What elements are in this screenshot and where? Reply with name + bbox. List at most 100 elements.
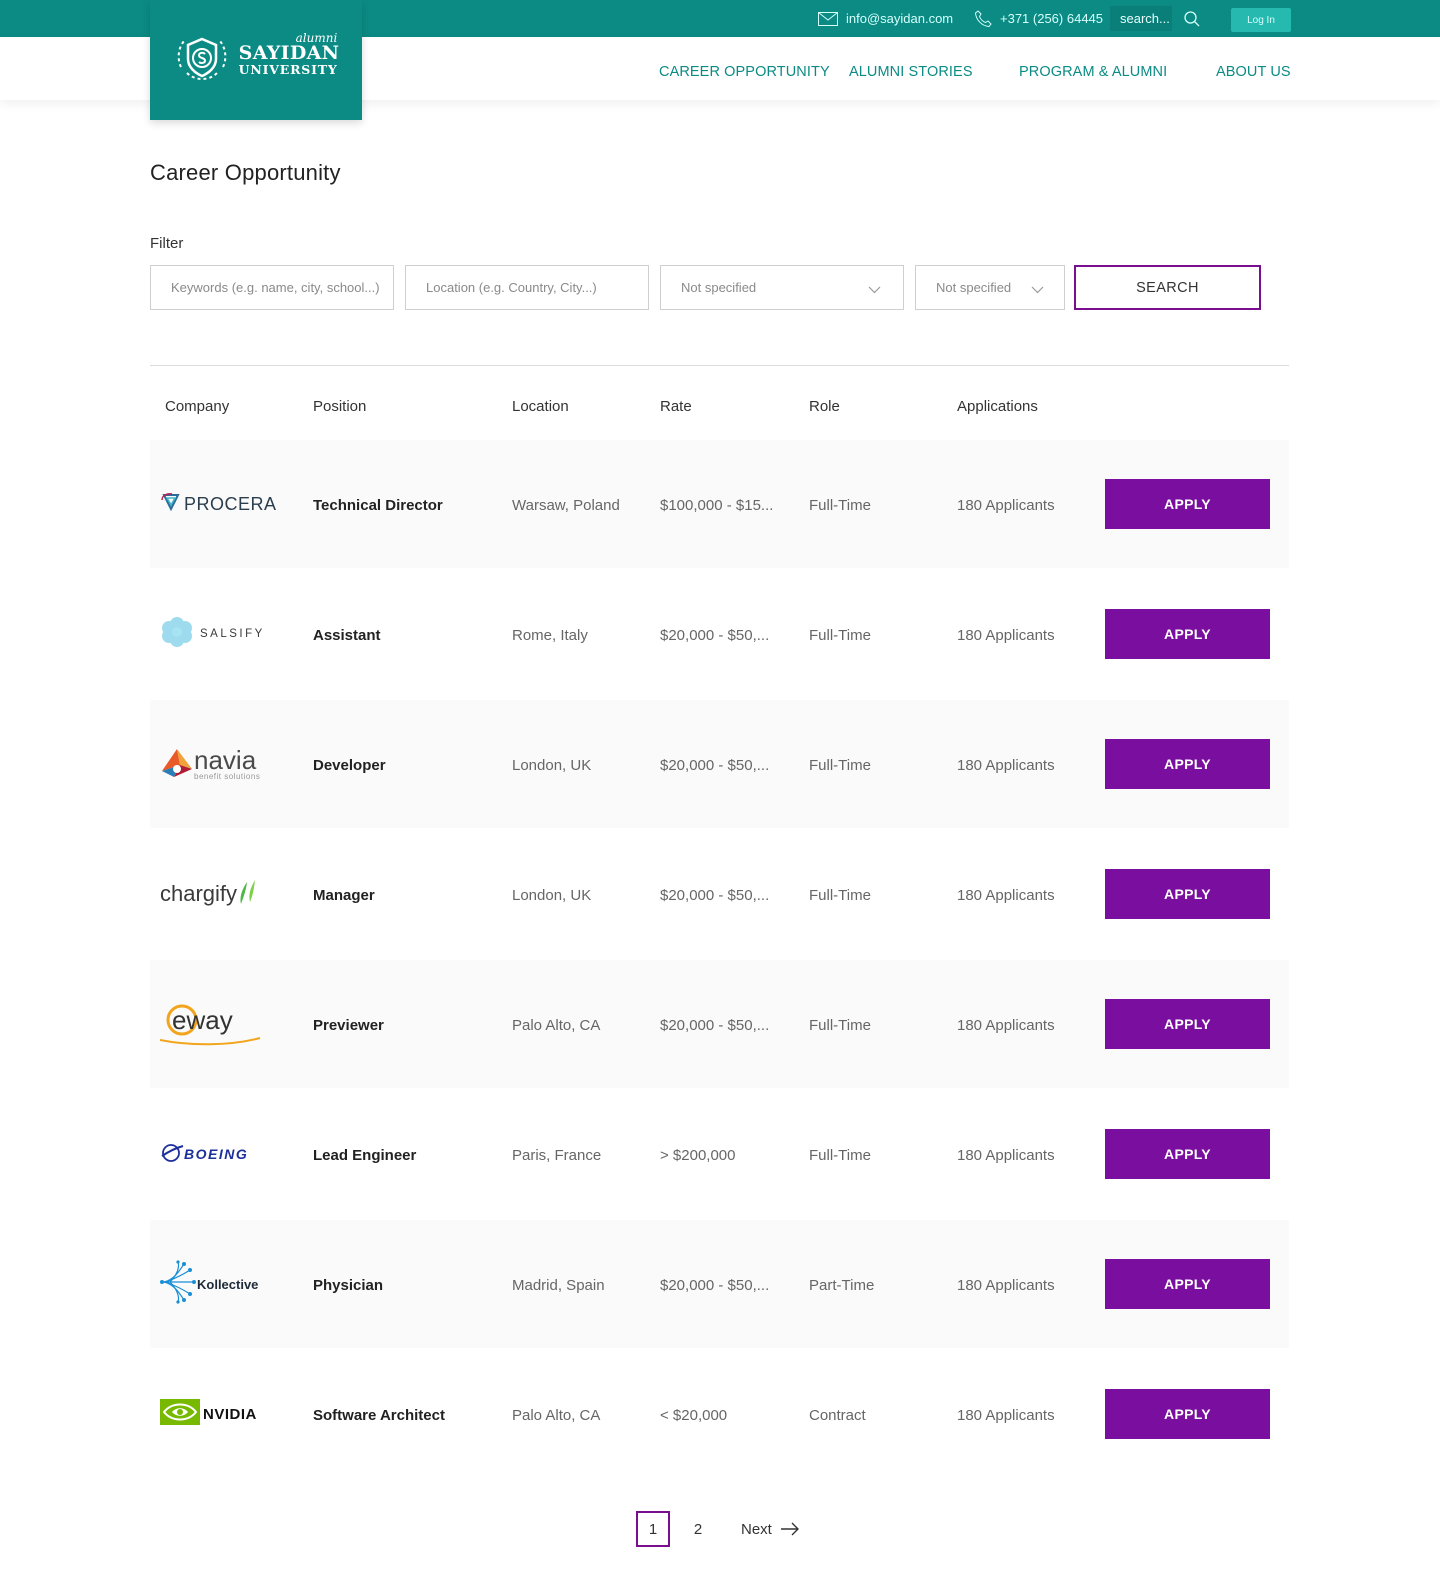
chevron-down-icon (1031, 282, 1044, 297)
role: Contract (809, 1407, 866, 1424)
table-row: chargify Manager London, UK $20,000 - $5… (150, 830, 1289, 958)
applications: 180 Applicants (957, 1147, 1055, 1164)
company-name: navia (194, 745, 257, 775)
applications: 180 Applicants (957, 497, 1055, 514)
top-search-input[interactable] (1110, 6, 1172, 31)
boeing-logo-icon (160, 1140, 184, 1169)
next-label: Next (741, 1520, 772, 1538)
navia-logo-icon (160, 745, 194, 784)
company-tagline: benefit solutions (194, 772, 261, 781)
location-input[interactable] (405, 265, 649, 310)
logo-university-text: UNIVERSITY (238, 62, 338, 77)
page-2-button[interactable]: 2 (688, 1511, 708, 1547)
company-name: eway (172, 1005, 233, 1035)
table-row: Kollective Physician Madrid, Spain $20,0… (150, 1220, 1289, 1348)
position: Lead Engineer (313, 1147, 417, 1164)
table-row: PROCERA Technical Director Warsaw, Polan… (150, 440, 1289, 568)
contact-phone[interactable]: +371 (256) 64445 (974, 0, 1103, 37)
applications: 180 Applicants (957, 887, 1055, 904)
role: Part-Time (809, 1277, 875, 1294)
logo-alumni-text: alumni (295, 31, 338, 45)
nvidia-eye-icon (160, 1398, 200, 1430)
phone-text: +371 (256) 64445 (1000, 11, 1104, 26)
company-logo-navia: navia benefit solutions (160, 740, 270, 788)
next-page-button[interactable]: Next (741, 1511, 811, 1547)
header-position: Position (313, 398, 367, 415)
filter-select-1[interactable]: Not specified (660, 265, 904, 310)
table-row: NVIDIA Software Architect Palo Alto, CA … (150, 1350, 1289, 1478)
rate: $20,000 - $50,... (660, 627, 770, 644)
table-row: eway Previewer Palo Alto, CA $20,000 - $… (150, 960, 1289, 1088)
apply-button[interactable]: APPLY (1105, 999, 1270, 1049)
pagination: 1 2 Next (0, 1511, 1440, 1551)
search-icon[interactable] (1182, 9, 1202, 29)
role: Full-Time (809, 1017, 871, 1034)
apply-button[interactable]: APPLY (1105, 1259, 1270, 1309)
location: Rome, Italy (512, 627, 588, 644)
navia-wordmark: navia benefit solutions (194, 747, 260, 781)
salsify-flower-icon (160, 615, 194, 654)
header-role: Role (809, 398, 840, 415)
apply-button[interactable]: APPLY (1105, 609, 1270, 659)
location: Palo Alto, CA (512, 1017, 601, 1034)
company-logo-salsify: SALSIFY (160, 610, 270, 658)
company-name: chargify (160, 881, 238, 906)
applications: 180 Applicants (957, 1277, 1055, 1294)
nav-career-opportunity[interactable]: CAREER OPPORTUNITY (659, 64, 830, 80)
keywords-input[interactable] (150, 265, 394, 310)
applications: 180 Applicants (957, 1407, 1055, 1424)
position: Physician (313, 1277, 384, 1294)
phone-icon (974, 9, 992, 28)
role: Full-Time (809, 887, 871, 904)
position: Manager (313, 887, 375, 904)
logo-text: alumni SAYIDAN UNIVERSITY (238, 31, 340, 77)
chevron-down-icon (868, 282, 881, 297)
rate: $20,000 - $50,... (660, 887, 770, 904)
nav-program-alumni[interactable]: PROGRAM & ALUMNI (1019, 64, 1167, 80)
position: Developer (313, 757, 386, 774)
divider (150, 365, 1289, 366)
rate: < $20,000 (660, 1407, 728, 1424)
applications: 180 Applicants (957, 627, 1055, 644)
search-button[interactable]: SEARCH (1074, 265, 1261, 310)
role: Full-Time (809, 497, 871, 514)
position: Previewer (313, 1017, 384, 1034)
company-name: PROCERA (184, 493, 277, 514)
company-logo-kollective: Kollective (160, 1259, 270, 1309)
rate: $20,000 - $50,... (660, 757, 770, 774)
nav-alumni-stories[interactable]: ALUMNI STORIES (849, 64, 973, 80)
position: Technical Director (313, 497, 443, 514)
shield-emblem-icon (173, 29, 231, 92)
arrow-right-icon (780, 1522, 800, 1536)
position: Assistant (313, 627, 381, 644)
role: Full-Time (809, 627, 871, 644)
apply-button[interactable]: APPLY (1105, 479, 1270, 529)
table-row: BOEING Lead Engineer Paris, France > $20… (150, 1090, 1289, 1218)
filter-label: Filter (150, 235, 184, 252)
contact-email[interactable]: info@sayidan.com (818, 0, 953, 37)
company-name: SALSIFY (200, 628, 265, 640)
company-logo-boeing: BOEING (160, 1130, 270, 1178)
header-location: Location (512, 398, 569, 415)
login-button[interactable]: Log In (1231, 8, 1291, 32)
company-logo-procera: PROCERA (160, 480, 276, 528)
company-name: Kollective (197, 1276, 259, 1292)
page-1-button[interactable]: 1 (636, 1511, 670, 1547)
apply-button[interactable]: APPLY (1105, 739, 1270, 789)
table-header: Company Position Location Rate Role Appl… (150, 398, 1289, 418)
apply-button[interactable]: APPLY (1105, 1129, 1270, 1179)
apply-button[interactable]: APPLY (1105, 1389, 1270, 1439)
position: Software Architect (313, 1407, 445, 1424)
rate: $100,000 - $15... (660, 497, 774, 514)
apply-button[interactable]: APPLY (1105, 869, 1270, 919)
rate: $20,000 - $50,... (660, 1277, 770, 1294)
filter-select-1-value: Not specified (681, 280, 757, 295)
applications: 180 Applicants (957, 1017, 1055, 1034)
nav-about-us[interactable]: ABOUT US (1216, 64, 1291, 80)
site-logo[interactable]: alumni SAYIDAN UNIVERSITY (150, 0, 362, 120)
kollective-network-icon (160, 1259, 196, 1309)
filter-select-2[interactable]: Not specified (915, 265, 1065, 310)
location: London, UK (512, 887, 592, 904)
header-rate: Rate (660, 398, 692, 415)
company-logo-chargify: chargify (160, 870, 270, 918)
